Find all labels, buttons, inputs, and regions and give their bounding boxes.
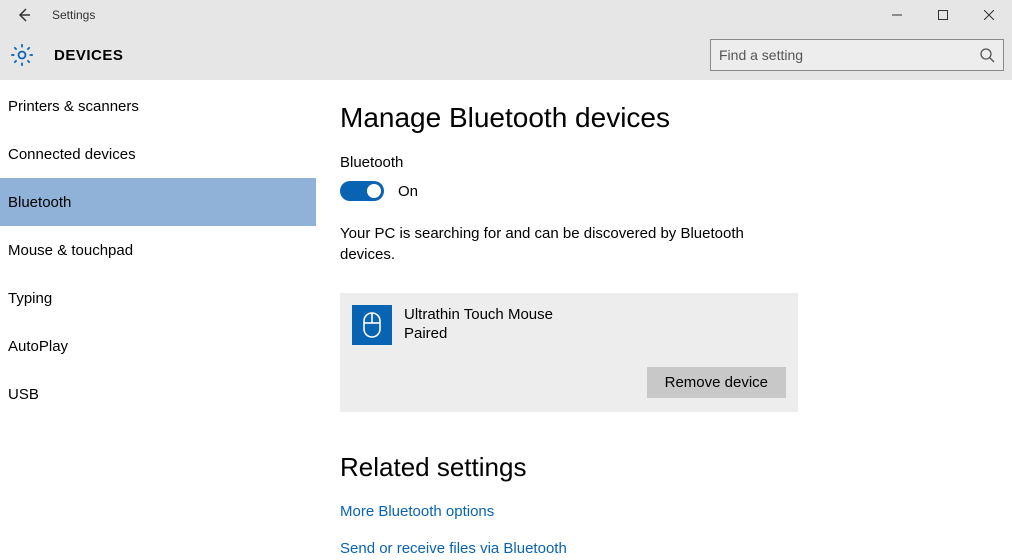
page-title: DEVICES bbox=[38, 47, 123, 64]
header: DEVICES bbox=[0, 30, 1012, 80]
sidebar-item-usb[interactable]: USB bbox=[0, 370, 316, 418]
device-status: Paired bbox=[404, 325, 553, 342]
window-title: Settings bbox=[40, 8, 95, 22]
status-text: Your PC is searching for and can be disc… bbox=[340, 223, 760, 265]
minimize-icon bbox=[892, 10, 902, 20]
search-input[interactable] bbox=[719, 47, 979, 63]
toggle-state-text: On bbox=[398, 183, 418, 200]
sidebar-item-label: Printers & scanners bbox=[8, 98, 139, 115]
maximize-button[interactable] bbox=[920, 0, 966, 30]
back-arrow-icon bbox=[16, 7, 32, 23]
device-card[interactable]: Ultrathin Touch Mouse Paired Remove devi… bbox=[340, 293, 798, 412]
sidebar-item-label: Typing bbox=[8, 290, 52, 307]
sidebar-item-label: Connected devices bbox=[8, 146, 136, 163]
sidebar-item-printers-scanners[interactable]: Printers & scanners bbox=[0, 82, 316, 130]
close-button[interactable] bbox=[966, 0, 1012, 30]
back-button[interactable] bbox=[8, 0, 40, 30]
mouse-icon bbox=[361, 311, 383, 339]
link-more-bluetooth-options[interactable]: More Bluetooth options bbox=[340, 503, 1012, 520]
bluetooth-toggle[interactable] bbox=[340, 181, 384, 201]
related-heading: Related settings bbox=[340, 452, 1012, 483]
main-heading: Manage Bluetooth devices bbox=[340, 102, 1012, 134]
sidebar-item-connected-devices[interactable]: Connected devices bbox=[0, 130, 316, 178]
devices-section-icon bbox=[6, 39, 38, 71]
remove-device-button[interactable]: Remove device bbox=[647, 367, 786, 398]
sidebar-item-typing[interactable]: Typing bbox=[0, 274, 316, 322]
main-content: Manage Bluetooth devices Bluetooth On Yo… bbox=[316, 80, 1012, 560]
maximize-icon bbox=[938, 10, 948, 20]
search-icon bbox=[979, 47, 995, 63]
minimize-button[interactable] bbox=[874, 0, 920, 30]
device-icon-box bbox=[352, 305, 392, 345]
sidebar-item-bluetooth[interactable]: Bluetooth bbox=[0, 178, 316, 226]
sidebar-item-label: Mouse & touchpad bbox=[8, 242, 133, 259]
gear-icon bbox=[9, 42, 35, 68]
sidebar-item-label: AutoPlay bbox=[8, 338, 68, 355]
sidebar-item-mouse-touchpad[interactable]: Mouse & touchpad bbox=[0, 226, 316, 274]
sidebar-item-label: Bluetooth bbox=[8, 194, 71, 211]
close-icon bbox=[984, 10, 994, 20]
device-name: Ultrathin Touch Mouse bbox=[404, 305, 553, 325]
sidebar-item-label: USB bbox=[8, 386, 39, 403]
link-send-receive-files[interactable]: Send or receive files via Bluetooth bbox=[340, 540, 1012, 557]
sidebar: Printers & scanners Connected devices Bl… bbox=[0, 80, 316, 560]
titlebar: Settings bbox=[0, 0, 1012, 30]
toggle-label: Bluetooth bbox=[340, 154, 1012, 171]
search-box[interactable] bbox=[710, 39, 1004, 71]
sidebar-item-autoplay[interactable]: AutoPlay bbox=[0, 322, 316, 370]
